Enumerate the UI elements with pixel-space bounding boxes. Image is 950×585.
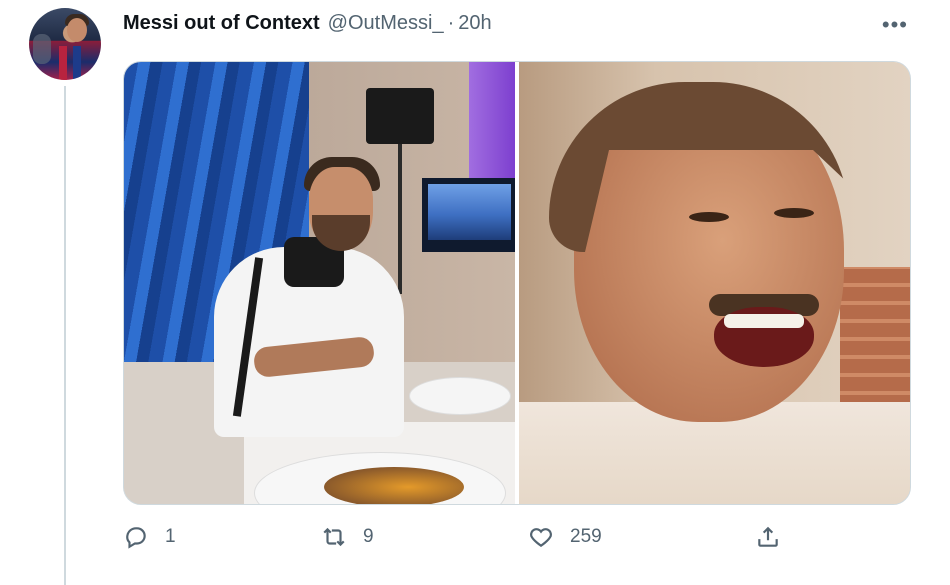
speaker [366,88,434,144]
retweet-button[interactable]: 9 [321,524,374,550]
more-icon[interactable]: ••• [882,12,908,38]
tweet-time[interactable]: 20h [458,12,491,35]
author-avatar[interactable] [29,8,101,80]
food [324,467,464,504]
author-handle[interactable]: @OutMessi_ [328,12,444,35]
like-button[interactable]: 259 [528,524,602,550]
tweet-header: Messi out of Context @OutMessi_ · 20h [123,10,492,36]
like-count: 259 [570,526,602,547]
reply-button[interactable]: 1 [123,524,176,550]
seated-person [214,157,404,437]
share-button[interactable] [755,524,781,550]
like-icon [530,528,552,547]
retweet-count: 9 [363,526,374,547]
tweet-media[interactable] [123,61,911,505]
header-separator: · [447,11,455,34]
media-image-right[interactable] [519,62,910,504]
author-name[interactable]: Messi out of Context [123,12,320,35]
reply-icon [126,527,146,549]
media-image-left[interactable] [124,62,515,504]
reply-count: 1 [165,526,176,547]
retweet-icon [323,527,345,547]
thread-line [64,86,66,585]
tweet-actions: 1 9 259 [123,524,913,558]
tv-screen [422,178,515,252]
share-icon [758,526,778,547]
